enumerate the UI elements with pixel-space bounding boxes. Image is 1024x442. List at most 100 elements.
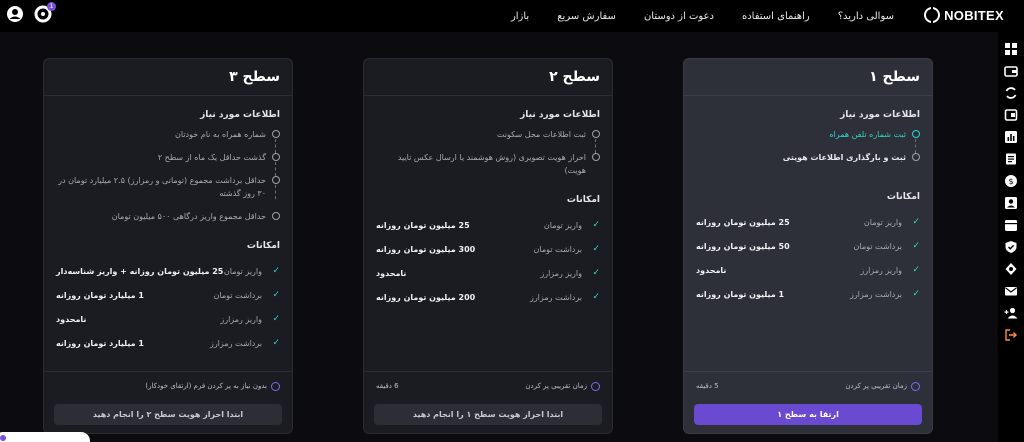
- features-list: ✓ واریز تومان 25 میلیون تومان روزانه ✓ بردا…: [364, 213, 612, 309]
- clock-icon: [911, 381, 920, 391]
- feature-row: ✓ واریز تومان 25 میلیون تومان روزانه: [376, 213, 600, 237]
- logo-text: NOBITEX: [944, 7, 1004, 23]
- wallet-icon[interactable]: [1004, 64, 1018, 78]
- feature-row: ✓ واریز رمزارز نامحدود: [376, 261, 600, 285]
- feature-row: ✓ واریز رمزارز نامحدود: [56, 307, 280, 331]
- level-2-card: سطح ۲ اطلاعات مورد نیاز ثبت اطلاعات محل …: [363, 58, 613, 434]
- coin-icon[interactable]: $: [1004, 174, 1018, 188]
- feature-value: 200 میلیون تومان روزانه: [376, 292, 476, 302]
- feature-row: ✓ برداشت تومان 300 میلیون تومان روزانه: [376, 237, 600, 261]
- feature-value: 1 میلیون تومان روزانه: [696, 289, 785, 299]
- profile-icon[interactable]: [1004, 196, 1018, 210]
- requirement-text: احراز هویت تصویری (روش هوشمند یا ارسال ع…: [397, 153, 586, 175]
- feature-value: 300 میلیون تومان روزانه: [376, 244, 476, 254]
- requirement-item: شماره همراه به نام خودتان: [56, 128, 280, 153]
- mail-icon[interactable]: [1004, 284, 1018, 298]
- nobitex-logo[interactable]: NOBITEX: [924, 7, 1004, 23]
- nav-guide[interactable]: راهنمای استفاده: [742, 11, 810, 22]
- settings-icon[interactable]: [1004, 262, 1018, 276]
- nav-quick-order[interactable]: سفارش سریع: [557, 11, 616, 22]
- feature-value: 25 میلیون تومان روزانه + واریز شناسه‌دار: [56, 266, 224, 276]
- requirement-item: ثبت و بارگذاری اطلاعات هویتی: [696, 151, 920, 174]
- check-icon: ✓: [592, 268, 600, 278]
- upgrade-level-1-button[interactable]: ارتقا به سطح ۱: [694, 404, 922, 425]
- feature-name: واریز تومان: [543, 220, 582, 230]
- clock-icon: [271, 381, 280, 391]
- feature-name: برداشت رمزارز: [849, 289, 902, 299]
- feature-value: نامحدود: [56, 314, 87, 324]
- time-label-text: زمان تقریبی پر کردن: [845, 382, 907, 390]
- circle-icon: [272, 176, 280, 199]
- feature-name: واریز تومان: [223, 266, 262, 276]
- time-row: زمان تقریبی پر کردن 6 دقیقه: [364, 372, 612, 400]
- svg-text:$: $: [1008, 177, 1013, 186]
- support-chat-pill[interactable]: [0, 432, 90, 442]
- requirements-list: ثبت شماره تلفن همراه ثبت و بارگذاری اطلا…: [684, 128, 932, 174]
- main-nav: بازار سفارش سریع دعوت از دوستان راهنمای …: [511, 0, 894, 32]
- level-2-disabled-button[interactable]: ابتدا احراز هویت سطح ۱ را انجام دهید: [374, 404, 602, 425]
- card-header: سطح ۳: [44, 59, 292, 96]
- requirement-item: گذشت حداقل یک ماه از سطح ۲: [56, 151, 280, 176]
- add-user-icon[interactable]: [1004, 306, 1018, 320]
- top-icons: 1: [6, 2, 56, 23]
- feature-name: برداشت رمزارز: [529, 292, 582, 302]
- requirement-text: حداقل برداشت مجموع (تومانی و رمزارز) ۲.۵…: [58, 176, 266, 198]
- logo-mark-icon: [924, 7, 941, 23]
- check-icon: ✓: [272, 338, 280, 348]
- card-title: سطح ۲: [549, 69, 600, 85]
- feature-name: واریز رمزارز: [540, 268, 582, 278]
- requirement-text: شماره همراه به نام خودتان: [175, 130, 266, 139]
- top-bar: NOBITEX بازار سفارش سریع دعوت از دوستان …: [0, 0, 1024, 32]
- card-footer: زمان تقریبی پر کردن 5 دقیقه ارتقا به سطح…: [684, 371, 932, 433]
- circle-icon: [272, 212, 280, 220]
- chat-dot-icon: [0, 435, 6, 441]
- notification-badge: 1: [47, 2, 56, 11]
- requirement-text: گذشت حداقل یک ماه از سطح ۲: [157, 153, 266, 162]
- nav-questions[interactable]: سوالی دارید؟: [838, 11, 894, 22]
- clock-icon: [591, 381, 600, 391]
- feature-row: ✓ برداشت تومان 50 میلیون تومان روزانه: [696, 234, 920, 258]
- time-label: زمان تقریبی پر کردن: [525, 381, 600, 391]
- nav-market[interactable]: بازار: [511, 11, 529, 22]
- requirements-title: اطلاعات مورد نیاز: [520, 110, 600, 120]
- check-icon: ✓: [912, 241, 920, 251]
- feature-value: نامحدود: [696, 265, 727, 275]
- logout-icon[interactable]: [1004, 328, 1018, 342]
- check-icon: ✓: [272, 290, 280, 300]
- requirements-list: ثبت اطلاعات محل سکونت احراز هویت تصویری …: [364, 128, 612, 187]
- feature-value: 50 میلیون تومان روزانه: [696, 241, 790, 251]
- card-footer: زمان تقریبی پر کردن 6 دقیقه ابتدا احراز …: [364, 371, 612, 433]
- nav-invite-friends[interactable]: دعوت از دوستان: [644, 11, 714, 22]
- card-title: سطح ۱: [869, 69, 920, 85]
- calendar-icon[interactable]: [1004, 218, 1018, 232]
- circle-icon: [592, 153, 600, 161]
- user-icon[interactable]: [6, 5, 24, 23]
- card-title: سطح ۳: [229, 69, 280, 85]
- dashboard-icon[interactable]: [1004, 42, 1018, 56]
- notification-icon[interactable]: 1: [34, 2, 56, 23]
- orders-icon[interactable]: [1004, 152, 1018, 166]
- feature-name: برداشت تومان: [853, 241, 902, 251]
- chart-icon[interactable]: [1004, 130, 1018, 144]
- features-list: ✓ واریز تومان 25 میلیون تومان روزانه ✓ بردا…: [684, 210, 932, 306]
- portfolio-icon[interactable]: [1004, 108, 1018, 122]
- check-icon: ✓: [272, 266, 280, 276]
- feature-value: 1 میلیارد تومان روزانه: [56, 338, 144, 348]
- exchange-icon[interactable]: [1004, 86, 1018, 100]
- features-title: امکانات: [246, 241, 280, 251]
- feature-row: ✓ واریز تومان 25 میلیون تومان روزانه: [696, 210, 920, 234]
- feature-name: واریز تومان: [863, 217, 902, 227]
- check-icon: ✓: [272, 314, 280, 324]
- features-list: ✓ واریز تومان 25 میلیون تومان روزانه + وار…: [44, 259, 292, 355]
- feature-row: ✓ برداشت رمزارز 1 میلیون تومان روزانه: [696, 282, 920, 306]
- check-icon: ✓: [912, 217, 920, 227]
- feature-row: ✓ برداشت رمزارز 1 میلیارد تومان روزانه: [56, 331, 280, 355]
- circle-icon: [272, 153, 280, 176]
- level-3-disabled-button[interactable]: ابتدا احراز هویت سطح ۲ را انجام دهید: [54, 404, 282, 425]
- feature-row: ✓ برداشت رمزارز 200 میلیون تومان روزانه: [376, 285, 600, 309]
- requirement-text: ثبت اطلاعات محل سکونت: [496, 130, 586, 139]
- requirement-item: ثبت شماره تلفن همراه: [696, 128, 920, 153]
- requirements-list: شماره همراه به نام خودتان گذشت حداقل یک …: [44, 128, 292, 233]
- feature-row: ✓ واریز رمزارز نامحدود: [696, 258, 920, 282]
- security-icon[interactable]: [1004, 240, 1018, 254]
